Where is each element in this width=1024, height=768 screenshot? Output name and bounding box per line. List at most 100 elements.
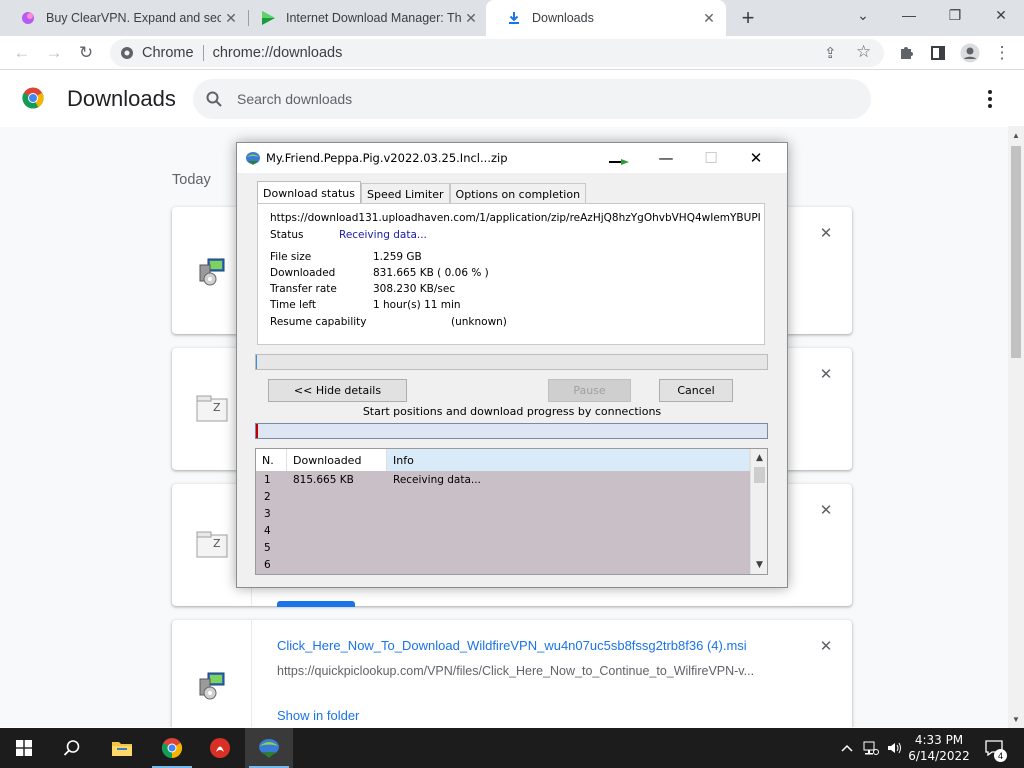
site-info-chip[interactable]: Chrome: [110, 45, 194, 61]
chrome-taskbar-icon[interactable]: [148, 728, 196, 768]
bookmark-star-icon[interactable]: ☆: [856, 42, 871, 62]
windows-start-icon[interactable]: [0, 728, 48, 768]
reload-icon[interactable]: ↻: [73, 40, 99, 66]
row-number: 6: [264, 558, 271, 571]
scrollbar-thumb[interactable]: [1011, 146, 1021, 358]
hide-details-button[interactable]: << Hide details: [268, 379, 407, 402]
extensions-puzzle-icon[interactable]: [893, 40, 919, 66]
table-row[interactable]: 4: [256, 522, 750, 539]
show-in-folder-link[interactable]: Show in folder: [277, 708, 359, 723]
scroll-up-icon[interactable]: ▲: [1008, 128, 1024, 142]
tab-speed-limiter[interactable]: Speed Limiter: [360, 183, 450, 204]
remove-download-icon[interactable]: ✕: [818, 225, 834, 242]
minimize-icon[interactable]: —: [886, 0, 932, 30]
page-title: Downloads: [67, 86, 176, 111]
status-value: Receiving data...: [339, 229, 427, 241]
profile-avatar-icon[interactable]: [957, 40, 983, 66]
notification-center-icon[interactable]: 4: [980, 728, 1008, 768]
date-group-label: Today: [172, 172, 211, 188]
transfer-rate-label: Transfer rate: [270, 283, 337, 295]
scrollbar-thumb[interactable]: [754, 467, 765, 483]
download-progress-bar: [255, 354, 768, 370]
downloads-more-menu-icon[interactable]: [978, 87, 1002, 111]
tab-download-status[interactable]: Download status: [257, 181, 361, 204]
header-info[interactable]: Info: [387, 449, 750, 471]
close-tab-icon[interactable]: ✕: [700, 9, 718, 27]
remove-download-icon[interactable]: ✕: [818, 502, 834, 519]
status-label: Status: [270, 229, 304, 241]
table-row[interactable]: 3: [256, 505, 750, 522]
page-scrollbar[interactable]: ▲ ▼: [1008, 126, 1024, 728]
tab-downloads[interactable]: Downloads ✕: [486, 0, 726, 36]
table-body: 1 815.665 KB Receiving data... 2 3 4 5 6: [256, 471, 750, 574]
idm-maximize-icon: ☐: [704, 149, 718, 167]
idm-arrow-icon: [609, 159, 629, 165]
idm-minimize-icon[interactable]: —: [646, 146, 686, 170]
header-number[interactable]: N.: [256, 449, 287, 471]
close-tab-icon[interactable]: ✕: [222, 9, 240, 27]
header-downloaded[interactable]: Downloaded: [287, 449, 387, 471]
remove-download-icon[interactable]: ✕: [818, 366, 834, 383]
connections-progress-bar: [255, 423, 768, 439]
idm-dialog-title: My.Friend.Peppa.Pig.v2022.03.25.Incl...z…: [266, 151, 508, 165]
tab-clearvpn[interactable]: Buy ClearVPN. Expand and secure ✕: [0, 0, 248, 36]
clearvpn-icon: [20, 10, 36, 26]
volume-icon[interactable]: [884, 728, 906, 768]
downloaded-value: 831.665 KB ( 0.06 % ): [373, 267, 489, 279]
chrome-menu-icon[interactable]: ⋮: [989, 40, 1015, 66]
scroll-down-icon[interactable]: ▼: [751, 557, 767, 573]
idm-download-dialog: My.Friend.Peppa.Pig.v2022.03.25.Incl...z…: [236, 142, 788, 588]
remove-download-icon[interactable]: ✕: [818, 638, 834, 655]
search-icon[interactable]: [48, 728, 96, 768]
download-source-url[interactable]: https://quickpiclookup.com/VPN/files/Cli…: [277, 664, 777, 678]
idm-close-icon[interactable]: ✕: [736, 146, 776, 170]
show-hidden-icons[interactable]: [838, 728, 856, 768]
tab-options-on-completion[interactable]: Options on completion: [449, 183, 587, 204]
table-row[interactable]: 2: [256, 488, 750, 505]
idm-tabs: Download status Speed Limiter Options on…: [257, 181, 587, 204]
new-tab-button[interactable]: +: [735, 5, 761, 31]
scroll-down-icon[interactable]: ▼: [1008, 712, 1024, 726]
idm-title-bar[interactable]: My.Friend.Peppa.Pig.v2022.03.25.Incl...z…: [237, 143, 787, 173]
downloaded-label: Downloaded: [270, 267, 336, 279]
close-tab-icon[interactable]: ✕: [462, 9, 480, 27]
app-red-icon[interactable]: [196, 728, 244, 768]
download-url: https://download131.uploadhaven.com/1/ap…: [270, 212, 760, 224]
network-icon[interactable]: [860, 728, 882, 768]
resume-capability-label: Resume capability: [270, 316, 367, 328]
side-panel-icon[interactable]: [925, 40, 951, 66]
tab-title: Downloads: [532, 11, 594, 25]
downloads-header: Downloads Search downloads: [0, 71, 1008, 127]
share-icon[interactable]: ⇪: [824, 44, 837, 62]
tab-idm[interactable]: Internet Download Manager: The ✕: [240, 0, 488, 36]
forward-icon[interactable]: →: [41, 40, 67, 66]
file-size-label: File size: [270, 251, 312, 263]
table-scrollbar[interactable]: ▲ ▼: [750, 449, 767, 574]
back-icon[interactable]: ←: [9, 40, 35, 66]
idm-play-icon: [260, 10, 276, 26]
windows-taskbar: 4:33 PM 6/14/2022 4: [0, 728, 1024, 768]
search-downloads-input[interactable]: Search downloads: [193, 79, 871, 119]
table-row[interactable]: 1 815.665 KB Receiving data...: [256, 471, 750, 488]
notification-count-badge: 4: [994, 749, 1007, 762]
row-info: Receiving data...: [393, 473, 481, 486]
time-left-label: Time left: [270, 299, 317, 311]
zip-icon: Z: [196, 531, 227, 558]
address-bar[interactable]: Chrome chrome://downloads ⇪ ☆: [110, 39, 884, 67]
restore-icon[interactable]: ❐: [932, 0, 978, 30]
tab-search-icon[interactable]: ⌄: [840, 0, 886, 30]
file-explorer-icon[interactable]: [98, 728, 146, 768]
download-filename-link[interactable]: Click_Here_Now_To_Download_WildfireVPN_w…: [277, 638, 747, 653]
action-button-edge[interactable]: [277, 601, 355, 607]
download-status-panel: https://download131.uploadhaven.com/1/ap…: [257, 203, 765, 345]
table-row[interactable]: 5: [256, 539, 750, 556]
url-text: chrome://downloads: [212, 45, 343, 61]
idm-taskbar-icon[interactable]: [245, 728, 293, 768]
row-number: 3: [264, 507, 271, 520]
table-row[interactable]: 6: [256, 556, 750, 573]
scroll-up-icon[interactable]: ▲: [751, 450, 767, 466]
close-window-icon[interactable]: ✕: [978, 0, 1024, 30]
system-clock[interactable]: 4:33 PM 6/14/2022: [905, 732, 973, 764]
svg-text:Z: Z: [213, 537, 221, 550]
cancel-button[interactable]: Cancel: [659, 379, 733, 402]
